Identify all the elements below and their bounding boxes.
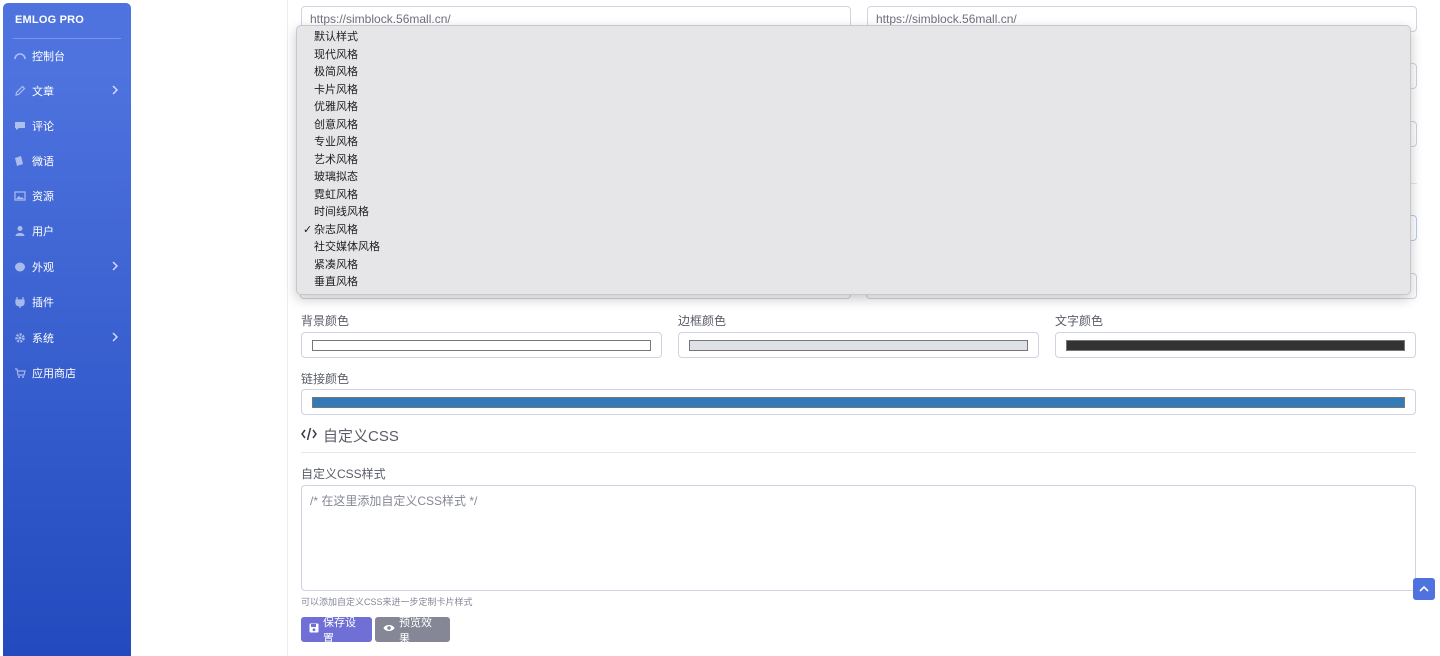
chevron-right-icon bbox=[111, 332, 119, 345]
bg-color-input[interactable] bbox=[301, 332, 662, 358]
custom-css-help: 可以添加自定义CSS来进一步定制卡片样式 bbox=[301, 597, 473, 607]
sidebar-item-label: 应用商店 bbox=[32, 368, 76, 380]
dropdown-option[interactable]: 霓虹风格 bbox=[297, 187, 1410, 205]
dropdown-option[interactable]: 现代风格 bbox=[297, 47, 1410, 65]
sidebar-item-label: 文章 bbox=[32, 86, 54, 98]
dropdown-option[interactable]: 时间线风格 bbox=[297, 204, 1410, 222]
preview-button[interactable]: 预览效果 bbox=[375, 617, 450, 645]
text-color-swatch bbox=[1066, 340, 1405, 351]
gear-icon bbox=[13, 331, 27, 345]
link-color-label: 链接颜色 bbox=[301, 372, 350, 386]
dropdown-option[interactable]: 社交媒体风格 bbox=[297, 239, 1410, 257]
scroll-to-top-button[interactable] bbox=[1413, 578, 1435, 600]
sidebar-item-plugins[interactable]: 插件 bbox=[3, 287, 131, 317]
link-color-swatch bbox=[312, 397, 1405, 408]
dropdown-option[interactable]: 极简风格 bbox=[297, 64, 1410, 82]
save-button-label: 保存设置 bbox=[323, 616, 356, 645]
sidebar-item-media[interactable]: 资源 bbox=[3, 181, 131, 211]
sidebar-item-label: 插件 bbox=[32, 297, 54, 309]
custom-css-heading: 自定义CSS bbox=[301, 425, 399, 446]
sidebar-item-label: 资源 bbox=[32, 191, 54, 203]
dropdown-option[interactable]: 玻璃拟态 bbox=[297, 169, 1410, 187]
cart-icon bbox=[13, 366, 27, 380]
preview-button-label: 预览效果 bbox=[399, 616, 432, 645]
user-icon bbox=[13, 224, 27, 238]
dropdown-option[interactable]: 专业风格 bbox=[297, 134, 1410, 152]
chevron-right-icon bbox=[111, 261, 119, 274]
dropdown-option[interactable]: 垂直风格 bbox=[297, 274, 1410, 292]
content-divider bbox=[287, 0, 288, 656]
chevron-up-icon bbox=[1419, 582, 1429, 596]
sidebar-item-label: 外观 bbox=[32, 262, 54, 274]
sidebar-item-users[interactable]: 用户 bbox=[3, 216, 131, 246]
image-icon bbox=[13, 189, 27, 203]
custom-css-title: 自定义CSS bbox=[323, 428, 399, 445]
sidebar-divider bbox=[13, 38, 121, 39]
sidebar-item-label: 微语 bbox=[32, 156, 54, 168]
sidebar-item-twitter[interactable]: 微语 bbox=[3, 146, 131, 176]
pencil-icon bbox=[13, 84, 27, 98]
sidebar-item-comments[interactable]: 评论 bbox=[3, 111, 131, 141]
custom-css-label: 自定义CSS样式 bbox=[301, 467, 386, 481]
style-select-dropdown: 默认样式 现代风格 极简风格 卡片风格 优雅风格 创意风格 专业风格 艺术风格 … bbox=[296, 25, 1411, 295]
dropdown-option[interactable]: 艺术风格 bbox=[297, 152, 1410, 170]
sidebar-item-articles[interactable]: 文章 bbox=[3, 76, 131, 106]
sidebar-item-label: 用户 bbox=[32, 226, 54, 238]
brand-logo[interactable]: EMLOG PRO bbox=[3, 3, 131, 38]
border-color-swatch bbox=[689, 340, 1028, 351]
note-icon bbox=[13, 154, 27, 168]
sidebar-item-system[interactable]: 系统 bbox=[3, 323, 131, 353]
text-color-input[interactable] bbox=[1055, 332, 1416, 358]
save-button[interactable]: 保存设置 bbox=[301, 617, 372, 645]
plug-icon bbox=[13, 295, 27, 309]
dropdown-option-selected[interactable]: ✓ 杂志风格 bbox=[297, 222, 1410, 240]
sidebar-item-label: 评论 bbox=[32, 121, 54, 133]
comment-icon bbox=[13, 119, 27, 133]
sidebar-item-label: 系统 bbox=[32, 333, 54, 345]
link-color-input[interactable] bbox=[301, 389, 1416, 415]
palette-icon bbox=[13, 260, 27, 274]
section-divider bbox=[301, 452, 1416, 453]
sidebar-item-dashboard[interactable]: 控制台 bbox=[3, 41, 131, 71]
dropdown-option[interactable]: 优雅风格 bbox=[297, 99, 1410, 117]
dropdown-option[interactable]: 紧凑风格 bbox=[297, 257, 1410, 275]
eye-icon bbox=[383, 623, 395, 636]
code-icon bbox=[301, 427, 317, 445]
dropdown-option[interactable]: 默认样式 bbox=[297, 29, 1410, 47]
save-icon bbox=[309, 623, 319, 636]
bg-color-swatch bbox=[312, 340, 651, 351]
bg-color-label: 背景颜色 bbox=[301, 314, 350, 328]
dropdown-option[interactable]: 创意风格 bbox=[297, 117, 1410, 135]
dashboard-icon bbox=[13, 49, 27, 63]
dropdown-option[interactable]: 卡片风格 bbox=[297, 82, 1410, 100]
sidebar-item-appearance[interactable]: 外观 bbox=[3, 252, 131, 282]
checkmark-icon: ✓ bbox=[303, 223, 313, 236]
sidebar: EMLOG PRO 控制台 文章 评论 微语 资源 用户 外观 插件 系统 应用… bbox=[3, 3, 131, 656]
border-color-label: 边框颜色 bbox=[678, 314, 727, 328]
sidebar-item-store[interactable]: 应用商店 bbox=[3, 358, 131, 388]
chevron-right-icon bbox=[111, 85, 119, 98]
custom-css-textarea[interactable]: /* 在这里添加自定义CSS样式 */ bbox=[301, 485, 1416, 591]
border-color-input[interactable] bbox=[678, 332, 1039, 358]
text-color-label: 文字颜色 bbox=[1055, 314, 1104, 328]
sidebar-item-label: 控制台 bbox=[32, 51, 65, 63]
